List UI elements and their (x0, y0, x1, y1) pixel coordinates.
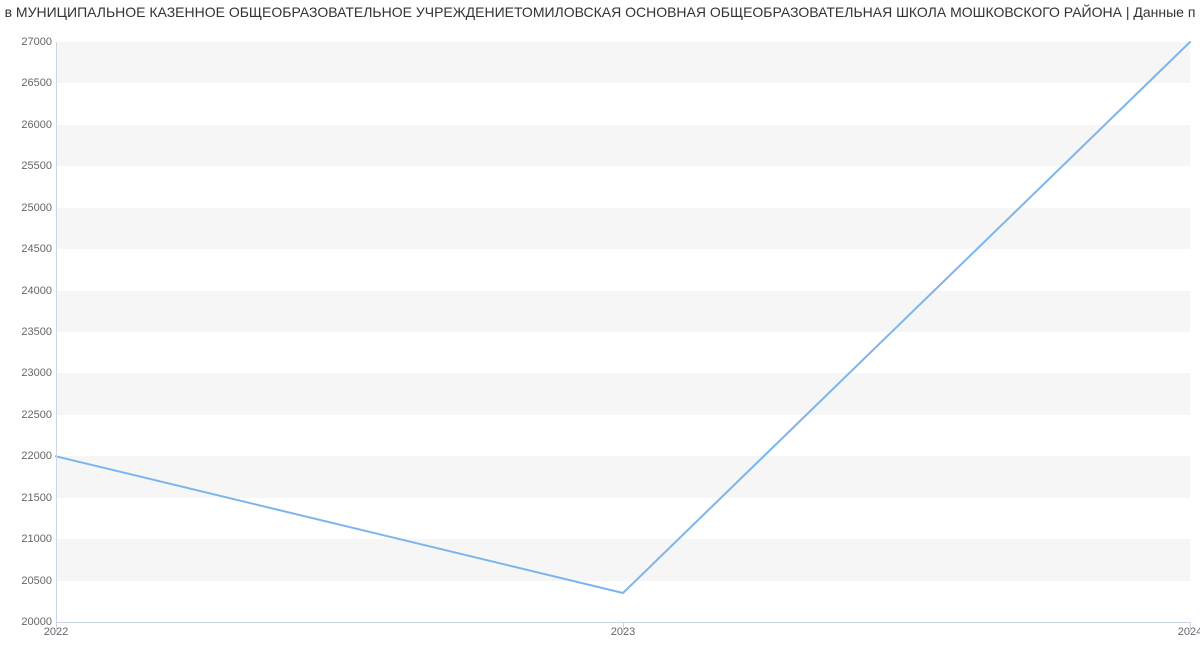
y-tick-label: 21000 (6, 533, 52, 545)
chart-container: в МУНИЦИПАЛЬНОЕ КАЗЕННОЕ ОБЩЕОБРАЗОВАТЕЛ… (0, 0, 1200, 650)
y-tick-label: 20500 (6, 575, 52, 587)
y-tick-label: 27000 (6, 36, 52, 48)
y-tick-label: 22000 (6, 450, 52, 462)
y-tick-label: 24500 (6, 243, 52, 255)
y-tick-label: 23000 (6, 367, 52, 379)
x-tick-label: 2024 (1178, 626, 1200, 638)
plot-area (56, 42, 1190, 622)
y-tick-label: 25000 (6, 202, 52, 214)
data-line (56, 42, 1190, 593)
y-axis-line (56, 42, 57, 622)
chart-title: в МУНИЦИПАЛЬНОЕ КАЗЕННОЕ ОБЩЕОБРАЗОВАТЕЛ… (0, 4, 1200, 20)
y-tick-label: 25500 (6, 160, 52, 172)
line-series (56, 42, 1190, 622)
y-tick-label: 26500 (6, 77, 52, 89)
y-tick-label: 24000 (6, 285, 52, 297)
x-axis-tick (1190, 622, 1191, 632)
y-tick-label: 22500 (6, 409, 52, 421)
y-tick-label: 26000 (6, 119, 52, 131)
x-axis-tick (623, 622, 624, 632)
x-axis-tick (56, 622, 57, 632)
y-tick-label: 21500 (6, 492, 52, 504)
y-tick-label: 23500 (6, 326, 52, 338)
